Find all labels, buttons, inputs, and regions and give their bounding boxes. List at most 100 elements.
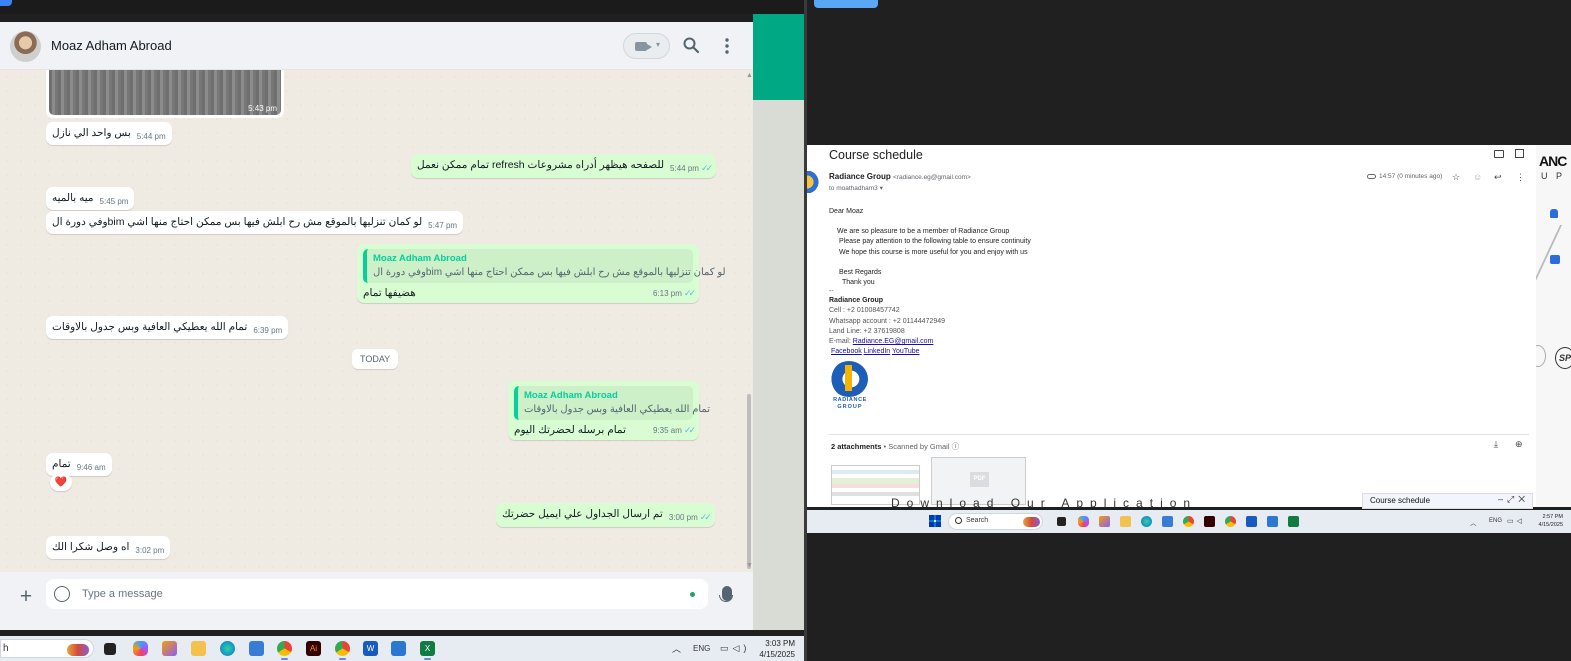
scroll-down-arrow-icon[interactable]: ▼ xyxy=(746,562,753,569)
print-icon[interactable] xyxy=(1494,150,1504,158)
edge-icon[interactable] xyxy=(220,641,235,656)
message-input[interactable]: Type a message xyxy=(46,579,708,609)
contact-name[interactable]: Moaz Adham Abroad xyxy=(51,38,172,53)
sender-line[interactable]: Radiance Group <radiance.eg@gmail.com> xyxy=(829,172,971,181)
reply-icon[interactable]: ↩ xyxy=(1494,172,1502,183)
tray-network-volume-icon[interactable]: ▭◁ xyxy=(1507,517,1525,525)
add-to-drive-icon[interactable]: ⊕ xyxy=(1515,439,1523,450)
tray-chevron-up-icon[interactable]: ︿ xyxy=(672,642,681,655)
contact-avatar[interactable] xyxy=(10,31,41,62)
message-out[interactable]: تم ارسال الجداول علي ايميل حضرتك 3:00 pm ✓… xyxy=(496,503,715,527)
message-in[interactable]: وفي دورة الbim لو كمان تنزليها بالموقع م… xyxy=(46,211,464,234)
emoji-icon[interactable] xyxy=(54,586,70,602)
microphone-icon[interactable] xyxy=(719,586,733,602)
quoted-sender: Moaz Adham Abroad xyxy=(524,390,618,401)
message-photo[interactable] xyxy=(49,70,281,115)
notepad-icon[interactable] xyxy=(1162,516,1173,527)
language-indicator[interactable]: ENG xyxy=(1489,518,1502,524)
gmail-message-view: Course schedule Radiance Group <radiance… xyxy=(807,145,1536,507)
attachments-divider xyxy=(829,434,1529,435)
message-text: اه وصل شكرا الك xyxy=(52,541,130,553)
chrome-icon[interactable] xyxy=(1183,516,1194,527)
side-text: ANC xyxy=(1539,153,1567,169)
language-indicator[interactable]: ENG xyxy=(693,644,710,653)
message-in[interactable]: ميه بالميه 5:45 pm xyxy=(46,187,135,210)
message-in[interactable]: بس واحد الي نازل 5:44 pm xyxy=(46,122,172,145)
linkedin-link[interactable]: LinkedIn xyxy=(864,348,890,355)
download-all-icon[interactable]: ⤓ xyxy=(1494,439,1498,450)
taskbar-search[interactable]: h xyxy=(0,639,94,658)
recipient: to moathadham3 xyxy=(829,185,878,192)
recipient-line[interactable]: to moathadham3 ▾ xyxy=(829,184,883,192)
photos-icon[interactable] xyxy=(1267,516,1278,527)
taskbar-search-text: h xyxy=(3,643,9,654)
image-message[interactable]: 5:43 pm xyxy=(46,70,284,118)
excel-icon[interactable]: X xyxy=(420,641,435,660)
excel-icon[interactable] xyxy=(1288,516,1299,527)
message-in[interactable]: اه وصل شكرا الك 3:02 pm xyxy=(46,536,171,559)
signature-email-link[interactable]: Radiance.EG@gmail.com xyxy=(853,338,934,345)
snipping-tool-icon[interactable] xyxy=(1099,516,1110,527)
browser-tab-stub[interactable] xyxy=(814,0,878,8)
sender-avatar[interactable] xyxy=(807,171,819,193)
search-icon[interactable] xyxy=(682,36,700,54)
message-in[interactable]: تمام 9:46 am xyxy=(46,453,112,476)
message-text: تمام الله يعطيكي العافية وبس جدول بالاوق… xyxy=(52,321,248,333)
star-icon[interactable]: ☆ xyxy=(1452,172,1460,183)
chat-scrollbar[interactable] xyxy=(747,394,751,569)
chrome-icon[interactable] xyxy=(277,641,292,660)
file-explorer-icon[interactable] xyxy=(1120,516,1131,527)
circle-decoration xyxy=(1536,345,1546,367)
tray-chevron-up-icon[interactable]: ︿ xyxy=(1470,517,1477,527)
copilot-icon[interactable] xyxy=(1078,516,1089,527)
windows-start-icon[interactable] xyxy=(929,515,941,527)
message-time: 9:35 am xyxy=(653,426,682,435)
compose-minimized-bar[interactable]: Course schedule –⤢✕ xyxy=(1362,493,1533,509)
notepad-icon[interactable] xyxy=(249,641,264,656)
search-icon xyxy=(955,517,962,524)
photos-icon[interactable] xyxy=(391,641,406,656)
more-options-icon[interactable] xyxy=(722,36,732,56)
illustrator-icon[interactable]: Ai xyxy=(306,641,321,656)
emoji-react-icon[interactable]: ☺ xyxy=(1473,172,1482,182)
chrome-profile-icon[interactable] xyxy=(1225,516,1236,527)
taskbar-search[interactable]: Search xyxy=(948,513,1043,530)
taskbar-clock[interactable]: 2:57 PM 4/15/2025 xyxy=(1531,513,1563,529)
read-ticks-icon: ✓✓ xyxy=(683,288,696,298)
snipping-tool-icon[interactable] xyxy=(162,641,177,656)
logo-text: RADIANCE xyxy=(833,397,867,403)
logo-text: GROUP xyxy=(837,404,863,410)
task-view-icon[interactable] xyxy=(104,643,116,655)
message-time: 5:44 pm xyxy=(670,164,699,173)
chat-area: 5:43 pm بس واحد الي نازل 5:44 pm تمام ممك… xyxy=(0,70,753,572)
more-icon[interactable]: ⋮ xyxy=(1516,172,1525,183)
tray-network-volume-icon[interactable]: ▭◁) xyxy=(720,643,750,654)
heart-reaction-icon[interactable]: ❤️ xyxy=(50,474,72,491)
facebook-link[interactable]: Facebook xyxy=(831,348,862,355)
message-time: 5:44 pm xyxy=(136,132,166,141)
video-call-button[interactable]: ▾ xyxy=(623,33,670,59)
open-new-window-icon[interactable] xyxy=(1515,149,1524,158)
attach-plus-icon[interactable]: + xyxy=(16,585,36,609)
word-icon[interactable] xyxy=(1246,516,1257,527)
file-explorer-icon[interactable] xyxy=(191,641,206,656)
message-text: تمام برسله لحضرتك اليوم xyxy=(514,424,626,436)
message-time: 5:43 pm xyxy=(248,104,277,113)
illustrator-icon[interactable] xyxy=(1204,516,1215,527)
quoted-message[interactable]: Moaz Adham Abroad تمام الله يعطيكي العاف… xyxy=(514,386,710,420)
copilot-icon[interactable] xyxy=(133,641,148,656)
minimize-expand-close-icons[interactable]: –⤢✕ xyxy=(1498,494,1529,505)
message-out-reply[interactable]: Moaz Adham Abroad وفي دورة الbim لو كمان… xyxy=(357,244,726,303)
word-icon[interactable]: W xyxy=(363,641,378,656)
message-out-reply[interactable]: Moaz Adham Abroad تمام الله يعطيكي العاف… xyxy=(508,381,710,440)
scroll-up-arrow-icon[interactable]: ▲ xyxy=(746,72,753,79)
edge-icon[interactable] xyxy=(1141,516,1152,527)
quoted-message[interactable]: Moaz Adham Abroad وفي دورة الbim لو كمان… xyxy=(363,249,726,283)
clock-date: 4/15/2025 xyxy=(1538,522,1563,528)
chrome-profile-icon[interactable] xyxy=(335,641,350,660)
message-out[interactable]: تمام ممكن نعمل refresh للصفحه هيظهر أدرا… xyxy=(411,154,717,178)
message-in[interactable]: تمام الله يعطيكي العافية وبس جدول بالاوق… xyxy=(46,316,289,339)
task-view-icon[interactable] xyxy=(1057,517,1066,526)
youtube-link[interactable]: YouTube xyxy=(892,348,920,355)
taskbar-clock[interactable]: 3:03 PM 4/15/2025 xyxy=(755,638,795,660)
